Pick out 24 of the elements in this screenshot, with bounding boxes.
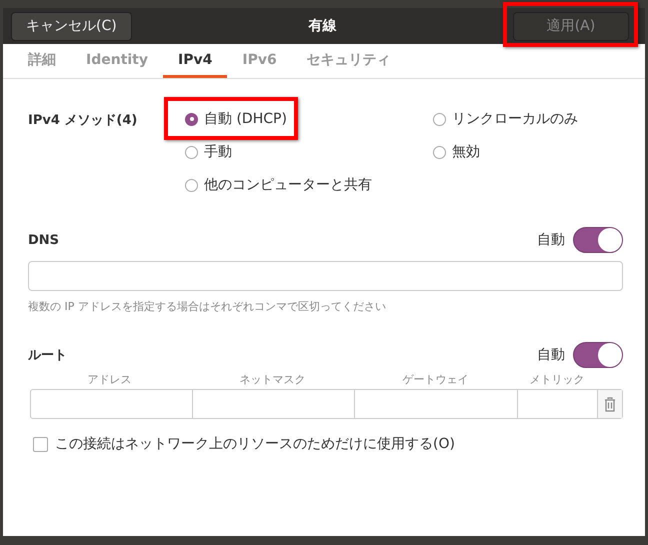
radio-option[interactable]: リンクローカルのみ	[433, 107, 578, 131]
checkbox-option[interactable]: この接続はネットワーク上のリソースのためだけに使用する(O)	[33, 435, 455, 453]
section-title: ルート	[28, 347, 68, 364]
tab[interactable]: IPv4	[163, 44, 228, 78]
cancel-button[interactable]: キャンセル(C)	[11, 12, 132, 40]
radio-option[interactable]: 他のコンピューターと共有	[185, 173, 372, 197]
column-header: メトリック	[528, 372, 586, 387]
column-header: ネットマスク	[238, 372, 306, 387]
hint-text: 複数の IP アドレスを指定する場合はそれぞれコンマで区切ってください	[28, 299, 387, 314]
dns-field[interactable]	[28, 261, 623, 291]
auto-label: 自動	[537, 231, 565, 249]
auto-label: 自動	[537, 346, 565, 364]
column-header: アドレス	[86, 372, 132, 387]
toggle-switch[interactable]	[573, 227, 623, 253]
dialog-title: 有線	[308, 17, 336, 35]
radio-option[interactable]: 手動	[185, 140, 232, 164]
trash-icon	[604, 396, 616, 412]
radio-option[interactable]: 無効	[433, 140, 480, 164]
delete-button[interactable]	[598, 390, 622, 418]
column-header: ゲートウェイ	[402, 372, 470, 387]
toggle-switch[interactable]	[573, 342, 623, 368]
method-label: IPv4 メソッド(4)	[28, 112, 138, 130]
section-title: DNS	[28, 232, 60, 248]
radio-option[interactable]: 自動 (DHCP)	[185, 107, 287, 131]
